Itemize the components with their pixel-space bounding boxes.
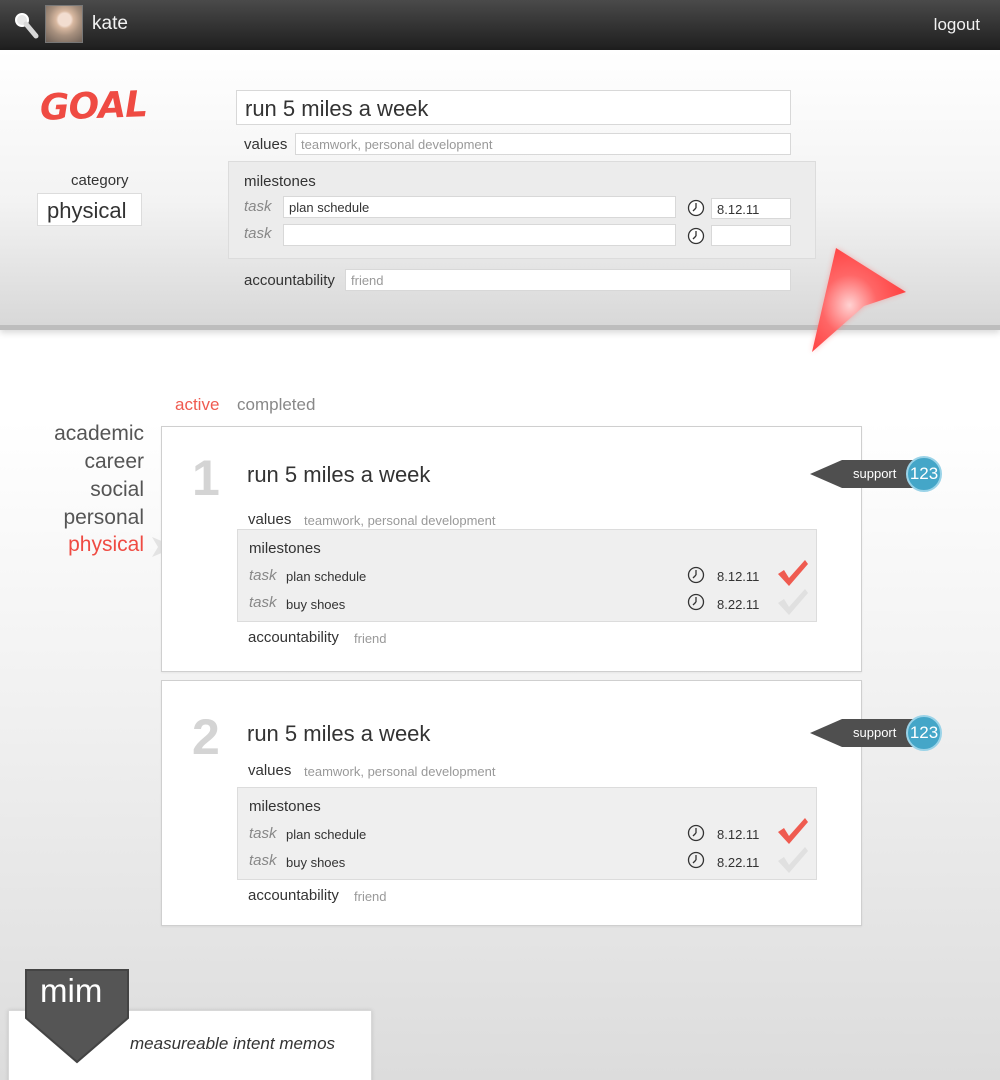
category-physical[interactable]: physical xyxy=(68,533,144,557)
values-label: values xyxy=(248,511,292,528)
values-text: teamwork, personal development xyxy=(304,764,496,779)
task-date: 8.12.11 xyxy=(717,827,760,842)
goal-editor: GOAL category physical run 5 miles a wee… xyxy=(0,50,1000,352)
accountability-text: friend xyxy=(354,631,387,646)
clock-icon[interactable] xyxy=(687,227,705,245)
tab-completed[interactable]: completed xyxy=(237,395,315,415)
milestones-label: milestones xyxy=(249,798,321,815)
support-count-badge: 123 xyxy=(906,715,942,751)
search-icon[interactable] xyxy=(14,12,40,40)
goal-heading: GOAL xyxy=(39,84,148,129)
logout-link[interactable]: logout xyxy=(934,15,980,35)
username: kate xyxy=(92,13,128,34)
clock-icon xyxy=(687,851,705,869)
accountability-input[interactable]: friend xyxy=(345,269,791,291)
goal-card: 2 run 5 miles a week values teamwork, pe… xyxy=(161,680,862,926)
goal-title: run 5 miles a week xyxy=(247,721,431,746)
support-button[interactable]: support 123 xyxy=(810,713,946,753)
category-academic[interactable]: academic xyxy=(54,422,144,446)
accountability-label: accountability xyxy=(244,272,335,289)
values-label: values xyxy=(248,762,292,779)
task-label: task xyxy=(249,594,277,611)
task-name: buy shoes xyxy=(286,597,346,612)
checkmark-pending-icon[interactable] xyxy=(776,587,810,622)
goal-title: run 5 miles a week xyxy=(247,462,431,487)
task-label: task xyxy=(249,567,277,584)
support-label: support xyxy=(853,466,897,481)
goal-title-input[interactable]: run 5 miles a week xyxy=(236,90,791,125)
task-date: 8.22.11 xyxy=(717,855,760,870)
tagline: measureable intent memos xyxy=(130,1034,336,1053)
tab-active[interactable]: active xyxy=(175,395,219,415)
task-name: plan schedule xyxy=(286,827,367,842)
top-bar: kate logout xyxy=(0,0,1000,50)
task-input[interactable] xyxy=(283,224,676,246)
support-count-badge: 123 xyxy=(906,456,942,492)
category-select[interactable]: physical xyxy=(37,193,142,226)
task-date-input[interactable]: 8.12.11 xyxy=(711,198,791,219)
accountability-label: accountability xyxy=(248,887,339,904)
support-label: support xyxy=(853,725,897,740)
values-label: values xyxy=(244,136,288,153)
avatar[interactable] xyxy=(45,5,83,43)
category-career[interactable]: career xyxy=(84,450,144,474)
goal-number: 1 xyxy=(192,450,220,506)
task-input[interactable]: plan schedule xyxy=(283,196,676,218)
milestones-panel: milestones task plan schedule 8.12.11 ta… xyxy=(228,161,816,259)
category-personal[interactable]: personal xyxy=(63,506,144,530)
task-name: plan schedule xyxy=(286,569,367,584)
task-date-input[interactable] xyxy=(711,225,791,246)
task-label: task xyxy=(244,225,272,242)
milestones-label: milestones xyxy=(244,173,316,190)
task-label: task xyxy=(249,825,277,842)
clock-icon xyxy=(687,593,705,611)
milestones-panel: milestones task plan schedule 8.12.11 ta… xyxy=(237,787,817,880)
arrow-cursor-icon[interactable] xyxy=(806,240,916,365)
accountability-text: friend xyxy=(354,889,387,904)
accountability-label: accountability xyxy=(248,629,339,646)
goal-card: 1 run 5 miles a week values teamwork, pe… xyxy=(161,426,862,672)
milestones-label: milestones xyxy=(249,540,321,557)
clock-icon[interactable] xyxy=(687,199,705,217)
task-date: 8.22.11 xyxy=(717,597,760,612)
milestones-panel: milestones task plan schedule 8.12.11 ta… xyxy=(237,529,817,622)
clock-icon xyxy=(687,566,705,584)
clock-icon xyxy=(687,824,705,842)
task-date: 8.12.11 xyxy=(717,569,760,584)
goal-number: 2 xyxy=(192,709,220,765)
category-label: category xyxy=(71,172,129,189)
category-social[interactable]: social xyxy=(90,478,144,502)
task-name: buy shoes xyxy=(286,855,346,870)
checkmark-pending-icon[interactable] xyxy=(776,845,810,880)
values-text: teamwork, personal development xyxy=(304,513,496,528)
values-input[interactable]: teamwork, personal development xyxy=(295,133,791,155)
task-label: task xyxy=(249,852,277,869)
logo-text: mim xyxy=(40,972,103,1009)
support-button[interactable]: support 123 xyxy=(810,454,946,494)
task-label: task xyxy=(244,198,272,215)
